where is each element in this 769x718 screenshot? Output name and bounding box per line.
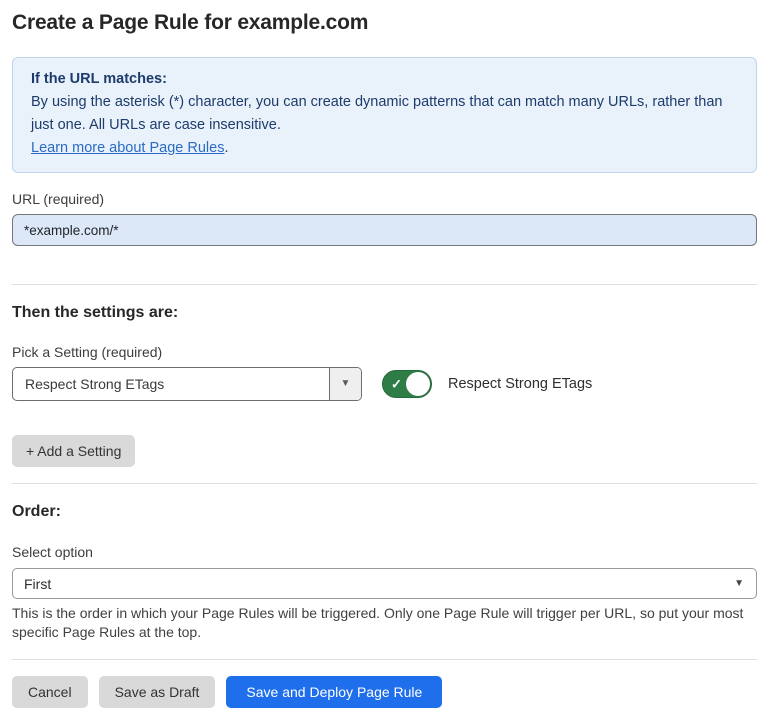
order-help-text: This is the order in which your Page Rul… — [12, 604, 757, 642]
chevron-down-icon: ▼ — [341, 379, 351, 389]
setting-select[interactable]: Respect Strong ETags ▼ — [12, 367, 362, 401]
setting-select-arrow-button[interactable]: ▼ — [329, 368, 361, 400]
divider — [12, 483, 757, 484]
chevron-down-icon: ▼ — [734, 579, 744, 589]
save-draft-button[interactable]: Save as Draft — [99, 676, 216, 708]
learn-more-link[interactable]: Learn more about Page Rules — [31, 140, 224, 156]
link-suffix: . — [224, 140, 228, 156]
page-rule-form: Create a Page Rule for example.com If th… — [0, 0, 769, 708]
info-box-link-line: Learn more about Page Rules. — [31, 137, 738, 160]
order-select-label: Select option — [12, 544, 757, 560]
etag-toggle[interactable]: ✓ — [382, 370, 432, 398]
cancel-button[interactable]: Cancel — [12, 676, 88, 708]
divider — [12, 284, 757, 285]
add-setting-button[interactable]: + Add a Setting — [12, 435, 135, 467]
info-box-heading: If the URL matches: — [31, 68, 738, 91]
order-select-value: First — [24, 576, 51, 592]
info-box-body: By using the asterisk (*) character, you… — [31, 91, 738, 137]
save-deploy-button[interactable]: Save and Deploy Page Rule — [226, 676, 442, 708]
url-match-info-box: If the URL matches: By using the asteris… — [12, 57, 757, 173]
check-icon: ✓ — [391, 378, 402, 391]
page-title: Create a Page Rule for example.com — [12, 11, 757, 34]
toggle-label: Respect Strong ETags — [448, 376, 592, 392]
divider — [12, 659, 757, 660]
url-input[interactable] — [12, 214, 757, 246]
pick-setting-label: Pick a Setting (required) — [12, 344, 757, 360]
settings-heading: Then the settings are: — [12, 305, 757, 321]
order-select[interactable]: First ▼ — [12, 568, 757, 599]
setting-select-value: Respect Strong ETags — [13, 368, 329, 400]
order-heading: Order: — [12, 504, 757, 520]
toggle-knob — [406, 372, 430, 396]
footer-buttons: Cancel Save as Draft Save and Deploy Pag… — [12, 676, 757, 708]
setting-row: Respect Strong ETags ▼ ✓ Respect Strong … — [12, 367, 757, 401]
url-label: URL (required) — [12, 191, 757, 207]
